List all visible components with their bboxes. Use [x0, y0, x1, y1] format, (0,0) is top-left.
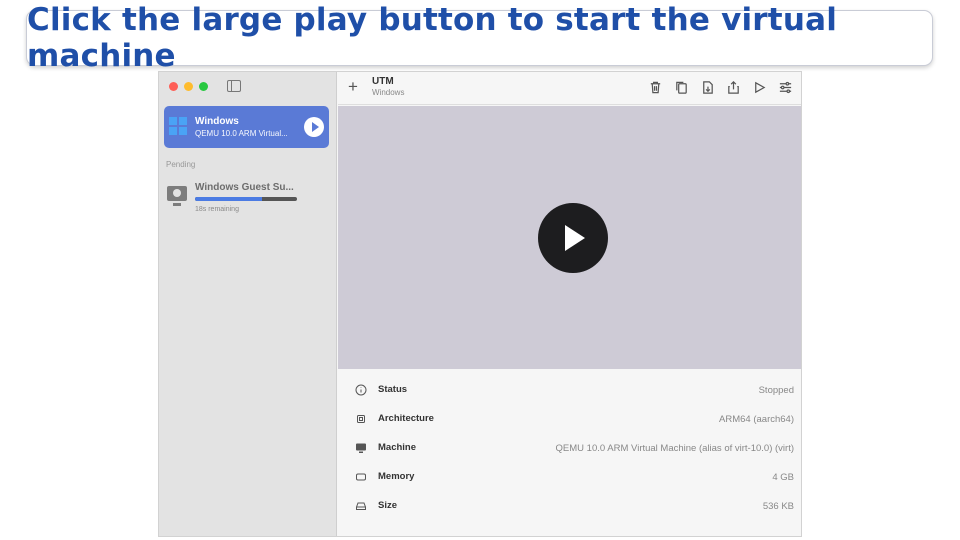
detail-value: 4 GB: [772, 472, 794, 483]
detail-label: Memory: [378, 471, 415, 482]
toolbar: + UTM Windows: [338, 72, 801, 105]
download-progress-fill: [195, 197, 263, 201]
monitor-download-icon: [167, 186, 187, 206]
instruction-banner: Click the large play button to start the…: [26, 2, 933, 74]
download-progress-bar: [195, 197, 297, 201]
settings-icon[interactable]: [778, 80, 793, 95]
detail-label: Status: [378, 384, 408, 395]
minimize-window-button[interactable]: [184, 82, 193, 91]
detail-label: Machine: [378, 442, 417, 453]
detail-row-architecture: Architecture ARM64 (aarch64): [338, 405, 801, 434]
main-pane: + UTM Windows Status Stopped Architectur…: [338, 72, 801, 536]
instruction-text: Click the large play button to start the…: [27, 2, 838, 74]
vm-details: Status Stopped Architecture ARM64 (aarch…: [338, 370, 801, 536]
run-icon[interactable]: [752, 80, 767, 95]
detail-label: Architecture: [378, 413, 434, 424]
detail-value: Stopped: [758, 385, 794, 396]
vm-name: Windows: [195, 116, 239, 127]
download-remaining: 18s remaining: [195, 206, 239, 213]
window-controls: [169, 82, 208, 91]
toolbar-title: UTM: [372, 76, 394, 87]
vm-preview: [338, 106, 801, 369]
sidebar-toggle-icon[interactable]: [227, 80, 241, 92]
zoom-window-button[interactable]: [199, 82, 208, 91]
clone-icon[interactable]: [674, 80, 689, 95]
detail-row-size: Size 536 KB: [338, 492, 801, 521]
vm-subtitle: QEMU 10.0 ARM Virtual...: [195, 129, 288, 138]
share-icon[interactable]: [726, 80, 741, 95]
utm-window: Windows QEMU 10.0 ARM Virtual... Pending…: [158, 71, 802, 537]
detail-label: Size: [378, 500, 398, 511]
toolbar-actions: [648, 80, 793, 95]
large-play-button[interactable]: [538, 203, 608, 273]
sidebar: Windows QEMU 10.0 ARM Virtual... Pending…: [159, 72, 337, 536]
pending-download-item: Windows Guest Su... 18s remaining: [165, 180, 331, 216]
detail-row-status: Status Stopped: [338, 376, 801, 405]
toolbar-subtitle: Windows: [372, 88, 405, 97]
cpu-icon: [355, 412, 367, 424]
monitor-icon: [355, 441, 367, 453]
trash-icon[interactable]: [648, 80, 663, 95]
detail-value: 536 KB: [762, 501, 794, 512]
memory-icon: [355, 470, 367, 482]
detail-value: QEMU 10.0 ARM Virtual Machine (alias of …: [555, 443, 794, 454]
vm-list-item-windows[interactable]: Windows QEMU 10.0 ARM Virtual...: [164, 106, 329, 148]
add-vm-button[interactable]: +: [348, 77, 358, 97]
drive-icon: [355, 499, 367, 511]
close-window-button[interactable]: [169, 82, 178, 91]
detail-row-memory: Memory 4 GB: [338, 463, 801, 492]
info-icon: [355, 383, 367, 396]
download-icon[interactable]: [700, 80, 715, 95]
detail-row-machine: Machine QEMU 10.0 ARM Virtual Machine (a…: [338, 434, 801, 463]
pending-label: Pending: [166, 160, 196, 169]
windows-logo-icon: [169, 117, 187, 135]
vm-play-button[interactable]: [304, 117, 324, 137]
detail-value: ARM64 (aarch64): [719, 414, 794, 425]
download-name: Windows Guest Su...: [195, 182, 294, 193]
